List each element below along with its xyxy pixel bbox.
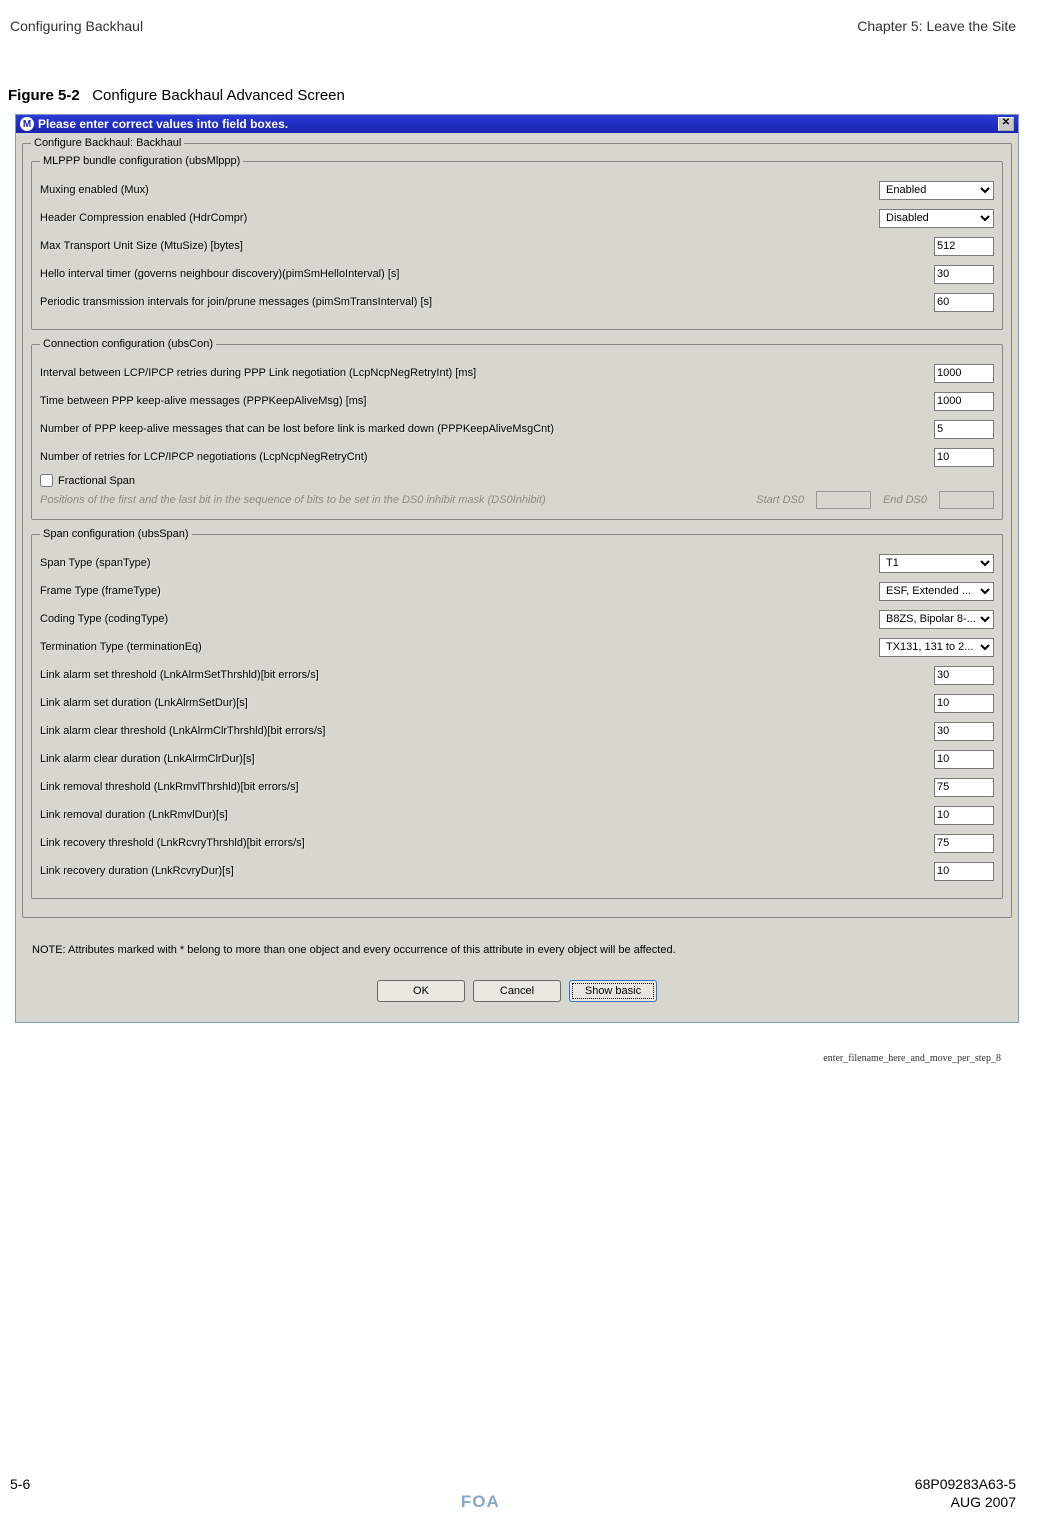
figure-title: Configure Backhaul Advanced Screen xyxy=(92,87,345,104)
row-label: Termination Type (terminationEq) xyxy=(40,641,879,653)
row-alarmclr-dur: Link alarm clear duration (LnkAlrmClrDur… xyxy=(40,748,994,770)
row-lcp-int: Interval between LCP/IPCP retries during… xyxy=(40,362,994,384)
row-label: Muxing enabled (Mux) xyxy=(40,184,879,196)
row-label: Link alarm set duration (LnkAlrmSetDur)[… xyxy=(40,697,879,709)
row-label: Interval between LCP/IPCP retries during… xyxy=(40,367,879,379)
row-keepalive: Time between PPP keep-alive messages (PP… xyxy=(40,390,994,412)
row-alarmset-thr: Link alarm set threshold (LnkAlrmSetThrs… xyxy=(40,664,994,686)
ok-button[interactable]: OK xyxy=(377,980,465,1002)
row-label: Number of PPP keep-alive messages that c… xyxy=(40,423,879,435)
row-periodic: Periodic transmission intervals for join… xyxy=(40,291,994,313)
termination-select[interactable]: TX131, 131 to 2... xyxy=(879,638,994,657)
note-text: NOTE: Attributes marked with * belong to… xyxy=(22,926,1012,980)
rcvry-thr-input[interactable] xyxy=(934,834,994,853)
foa-label: FOA xyxy=(10,1492,951,1512)
row-label: Number of retries for LCP/IPCP negotiati… xyxy=(40,451,879,463)
rmvl-thr-input[interactable] xyxy=(934,778,994,797)
alarmset-dur-input[interactable] xyxy=(934,694,994,713)
rcvry-dur-input[interactable] xyxy=(934,862,994,881)
mtusize-input[interactable] xyxy=(934,237,994,256)
mux-select[interactable]: Enabled xyxy=(879,181,994,200)
ds0inhibit-label: Positions of the first and the last bit … xyxy=(40,494,744,506)
row-termination: Termination Type (terminationEq) TX131, … xyxy=(40,636,994,658)
codingtype-select[interactable]: B8ZS, Bipolar 8-... xyxy=(879,610,994,629)
start-ds0-label: Start DS0 xyxy=(756,494,804,506)
doc-number: 68P09283A63-5 xyxy=(915,1476,1016,1492)
row-frametype: Frame Type (frameType) ESF, Extended ... xyxy=(40,580,994,602)
row-spantype: Span Type (spanType) T1 xyxy=(40,552,994,574)
periodic-input[interactable] xyxy=(934,293,994,312)
row-label: Link removal duration (LnkRmvlDur)[s] xyxy=(40,809,879,821)
titlebar: M Please enter correct values into field… xyxy=(16,115,1018,133)
dialog-window: M Please enter correct values into field… xyxy=(15,114,1019,1023)
outer-legend: Configure Backhaul: Backhaul xyxy=(31,137,184,149)
span-fieldset: Span configuration (ubsSpan) Span Type (… xyxy=(31,528,1003,899)
page-number: 5-6 xyxy=(10,1476,30,1492)
row-label: Frame Type (frameType) xyxy=(40,585,879,597)
running-head-left: Configuring Backhaul xyxy=(10,18,143,34)
mlppp-legend: MLPPP bundle configuration (ubsMlppp) xyxy=(40,155,243,167)
start-ds0-input xyxy=(816,491,871,509)
alarmset-thr-input[interactable] xyxy=(934,666,994,685)
row-label: Link alarm set threshold (LnkAlrmSetThrs… xyxy=(40,669,879,681)
image-ref-text: enter_filename_here_and_move_per_step_8 xyxy=(0,1023,1041,1064)
row-rcvry-thr: Link recovery threshold (LnkRcvryThrshld… xyxy=(40,832,994,854)
end-ds0-input xyxy=(939,491,994,509)
row-codingtype: Coding Type (codingType) B8ZS, Bipolar 8… xyxy=(40,608,994,630)
doc-date: AUG 2007 xyxy=(951,1494,1016,1510)
span-legend: Span configuration (ubsSpan) xyxy=(40,528,192,540)
mlppp-fieldset: MLPPP bundle configuration (ubsMlppp) Mu… xyxy=(31,155,1003,330)
keepalive-cnt-input[interactable] xyxy=(934,420,994,439)
conn-legend: Connection configuration (ubsCon) xyxy=(40,338,216,350)
row-label: Time between PPP keep-alive messages (PP… xyxy=(40,395,879,407)
end-ds0-label: End DS0 xyxy=(883,494,927,506)
row-label: Span Type (spanType) xyxy=(40,557,879,569)
row-label: Periodic transmission intervals for join… xyxy=(40,296,879,308)
row-hdrcompr: Header Compression enabled (HdrCompr) Di… xyxy=(40,207,994,229)
row-label: Coding Type (codingType) xyxy=(40,613,879,625)
fractional-span-label: Fractional Span xyxy=(58,475,135,487)
row-label: Link removal threshold (LnkRmvlThrshld)[… xyxy=(40,781,879,793)
rmvl-dur-input[interactable] xyxy=(934,806,994,825)
row-keepalive-cnt: Number of PPP keep-alive messages that c… xyxy=(40,418,994,440)
dialog-title: Please enter correct values into field b… xyxy=(38,117,288,131)
row-alarmclr-thr: Link alarm clear threshold (LnkAlrmClrTh… xyxy=(40,720,994,742)
row-alarmset-dur: Link alarm set duration (LnkAlrmSetDur)[… xyxy=(40,692,994,714)
figure-caption: Figure 5-2 Configure Backhaul Advanced S… xyxy=(0,42,1041,114)
ds0-disabled-row: Positions of the first and the last bit … xyxy=(40,491,994,509)
outer-fieldset: Configure Backhaul: Backhaul MLPPP bundl… xyxy=(22,137,1012,918)
lcp-cnt-input[interactable] xyxy=(934,448,994,467)
row-label: Hello interval timer (governs neighbour … xyxy=(40,268,879,280)
row-rcvry-dur: Link recovery duration (LnkRcvryDur)[s] xyxy=(40,860,994,882)
fractional-span-checkbox[interactable] xyxy=(40,474,53,487)
frametype-select[interactable]: ESF, Extended ... xyxy=(879,582,994,601)
row-hello: Hello interval timer (governs neighbour … xyxy=(40,263,994,285)
row-label: Link recovery threshold (LnkRcvryThrshld… xyxy=(40,837,879,849)
row-label: Max Transport Unit Size (MtuSize) [bytes… xyxy=(40,240,879,252)
row-rmvl-thr: Link removal threshold (LnkRmvlThrshld)[… xyxy=(40,776,994,798)
figure-label: Figure 5-2 xyxy=(8,87,80,104)
row-label: Link recovery duration (LnkRcvryDur)[s] xyxy=(40,865,879,877)
alarmclr-thr-input[interactable] xyxy=(934,722,994,741)
row-label: Header Compression enabled (HdrCompr) xyxy=(40,212,879,224)
row-rmvl-dur: Link removal duration (LnkRmvlDur)[s] xyxy=(40,804,994,826)
spantype-select[interactable]: T1 xyxy=(879,554,994,573)
conn-fieldset: Connection configuration (ubsCon) Interv… xyxy=(31,338,1003,520)
row-mux: Muxing enabled (Mux) Enabled xyxy=(40,179,994,201)
alarmclr-dur-input[interactable] xyxy=(934,750,994,769)
row-label: Link alarm clear duration (LnkAlrmClrDur… xyxy=(40,753,879,765)
keepalive-input[interactable] xyxy=(934,392,994,411)
hello-input[interactable] xyxy=(934,265,994,284)
cancel-button[interactable]: Cancel xyxy=(473,980,561,1002)
close-icon[interactable]: ✕ xyxy=(998,117,1014,131)
show-basic-button[interactable]: Show basic xyxy=(569,980,657,1002)
row-lcp-cnt: Number of retries for LCP/IPCP negotiati… xyxy=(40,446,994,468)
row-mtusize: Max Transport Unit Size (MtuSize) [bytes… xyxy=(40,235,994,257)
row-label: Link alarm clear threshold (LnkAlrmClrTh… xyxy=(40,725,879,737)
app-icon: M xyxy=(20,117,34,131)
lcp-int-input[interactable] xyxy=(934,364,994,383)
running-head-right: Chapter 5: Leave the Site xyxy=(857,18,1016,34)
hdrcompr-select[interactable]: Disabled xyxy=(879,209,994,228)
